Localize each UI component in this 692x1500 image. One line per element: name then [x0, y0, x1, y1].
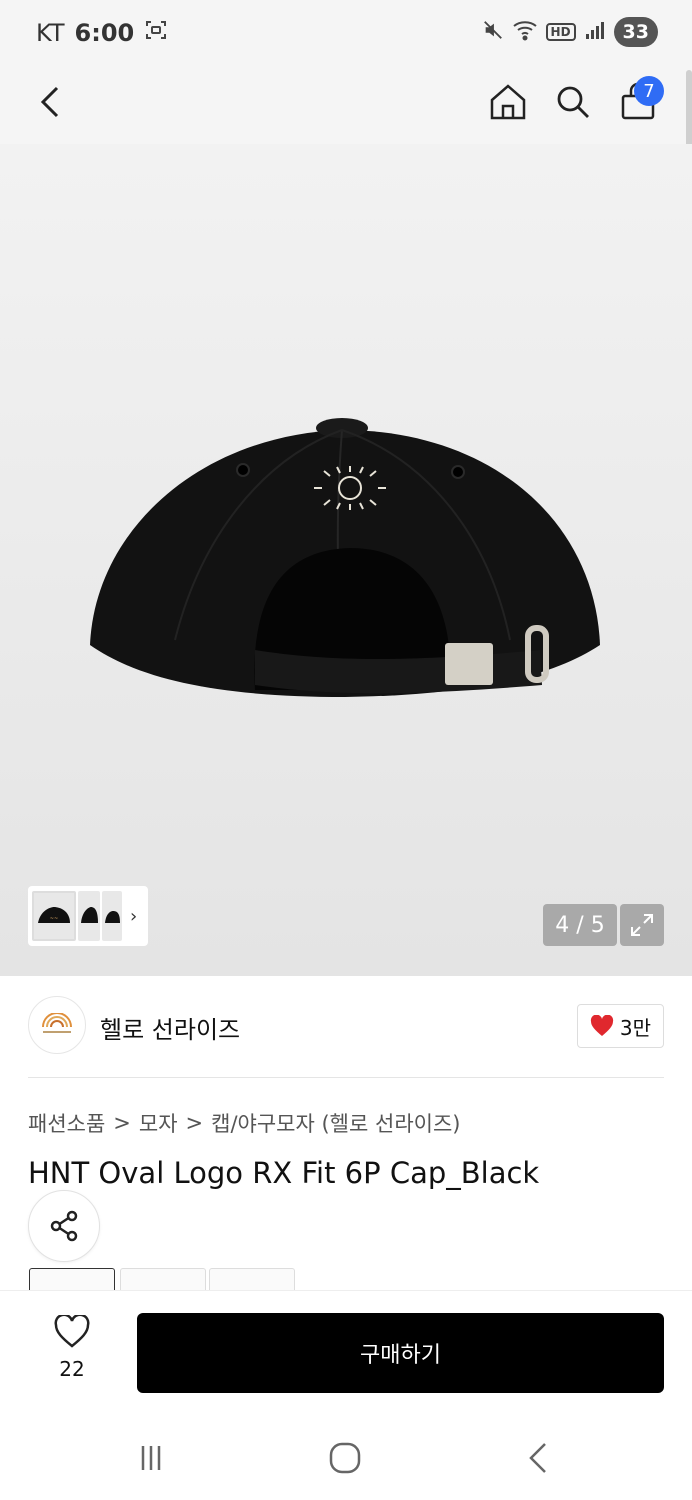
hd-badge: HD: [545, 23, 576, 41]
heart-filled-icon: [590, 1015, 613, 1036]
heart-outline-icon: [54, 1313, 90, 1348]
expand-image-button[interactable]: [620, 904, 664, 946]
share-icon: [50, 1210, 78, 1242]
breadcrumb-item[interactable]: 패션소품: [28, 1108, 105, 1138]
option-tab[interactable]: [209, 1268, 295, 1292]
thumbnail-item[interactable]: [78, 891, 100, 941]
brand-like-button[interactable]: 3만: [576, 1004, 664, 1048]
thumbnail-item[interactable]: ~~: [32, 891, 76, 941]
back-icon: [40, 86, 59, 118]
battery-indicator: 33: [613, 17, 658, 47]
brand-logo[interactable]: [28, 996, 86, 1054]
clock: 6:00: [74, 19, 135, 47]
cap-product-image: [90, 418, 600, 697]
thumbnail-item[interactable]: [102, 891, 122, 941]
home-system-button[interactable]: [325, 1438, 365, 1478]
product-image-gallery[interactable]: ~~ › 4 / 5: [0, 144, 692, 976]
status-bar: KT 6:00 HD 33: [0, 0, 692, 64]
search-icon: [557, 86, 589, 118]
thumbnail-strip[interactable]: ~~ ›: [28, 886, 148, 946]
breadcrumb-item[interactable]: 캡/야구모자 (헬로 선라이즈): [211, 1108, 460, 1138]
divider: [28, 1077, 664, 1078]
image-page-indicator: 4 / 5: [543, 904, 617, 946]
wishlist-button[interactable]: 22: [40, 1313, 104, 1381]
system-navigation-bar: [0, 1414, 692, 1500]
wifi-icon: [512, 19, 538, 45]
breadcrumb-separator: >: [113, 1111, 131, 1135]
option-tab[interactable]: [29, 1268, 115, 1292]
mute-icon: [482, 19, 504, 45]
back-button[interactable]: [22, 74, 78, 130]
cart-button[interactable]: 7: [610, 74, 666, 130]
signal-icon: [584, 20, 606, 44]
share-button[interactable]: [28, 1190, 100, 1262]
screenshot-icon: [144, 18, 168, 48]
carrier: KT: [36, 19, 65, 47]
wishlist-count: 22: [59, 1357, 85, 1381]
breadcrumb-separator: >: [185, 1111, 204, 1135]
brand-like-count: 3만: [619, 1015, 651, 1040]
home-circle-icon: [329, 1442, 361, 1474]
brand-name[interactable]: 헬로 선라이즈: [100, 1010, 240, 1045]
bottom-action-bar: 22 구매하기: [0, 1290, 692, 1414]
thumbnail-more-arrow[interactable]: ›: [130, 906, 137, 927]
recent-apps-icon: [141, 1446, 161, 1470]
system-back-button[interactable]: [518, 1438, 558, 1478]
home-icon: [490, 84, 526, 120]
expand-icon: [631, 914, 653, 936]
option-tab[interactable]: [120, 1268, 206, 1292]
product-title: HNT Oval Logo RX Fit 6P Cap_Black: [28, 1156, 540, 1190]
system-back-icon: [529, 1443, 546, 1473]
buy-button[interactable]: 구매하기: [137, 1313, 664, 1393]
recent-apps-button[interactable]: [131, 1438, 171, 1478]
breadcrumb: 패션소품 > 모자 > 캡/야구모자 (헬로 선라이즈): [28, 1108, 460, 1138]
top-nav: 7: [0, 64, 692, 144]
home-button[interactable]: [480, 74, 536, 130]
cart-count-badge: 7: [634, 76, 664, 106]
svg-text:~~: ~~: [50, 916, 58, 922]
breadcrumb-item[interactable]: 모자: [139, 1108, 178, 1138]
search-button[interactable]: [545, 74, 601, 130]
brand-row[interactable]: 헬로 선라이즈 3만: [28, 996, 664, 1056]
